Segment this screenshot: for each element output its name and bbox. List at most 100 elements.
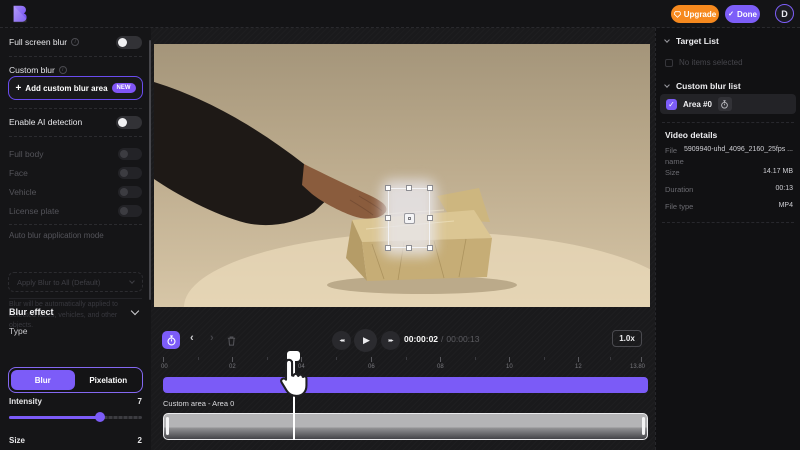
auto-blur-mode-row: Auto blur application mode — [9, 228, 142, 242]
ruler-label: 00 — [161, 364, 168, 370]
size-label: Size — [9, 436, 26, 445]
detail-value: MP4 — [778, 202, 793, 209]
forward-button[interactable]: ▸▸ — [381, 331, 400, 350]
intensity-slider[interactable] — [9, 412, 142, 422]
play-icon: ▶ — [363, 335, 370, 345]
detail-label: Duration — [665, 185, 694, 194]
video-track[interactable] — [163, 377, 648, 393]
inspector-panel: Target List No items selected Custom blu… — [655, 28, 800, 450]
blur-settings-sidebar: Full screen blur i Custom blur i + Add c… — [0, 28, 151, 450]
stopwatch-icon — [166, 334, 176, 345]
add-custom-blur-area-button[interactable]: + Add custom blur area NEW — [8, 76, 143, 100]
resize-handle-ne[interactable] — [427, 185, 433, 191]
add-area-label: Add custom blur area — [25, 83, 108, 93]
track-trim-handle-right[interactable] — [642, 417, 645, 435]
video-details-title: Video details — [665, 130, 718, 140]
delete-button[interactable] — [226, 334, 237, 352]
detail-row-size: Size 14.17 MB — [665, 168, 793, 179]
tab-pixelation[interactable]: Pixelation — [77, 370, 141, 390]
full-body-toggle[interactable] — [118, 147, 142, 160]
tab-blur[interactable]: Blur — [11, 370, 75, 390]
resize-handle-w[interactable] — [385, 215, 391, 221]
size-row: Size 2 — [9, 436, 142, 445]
playback-speed-button[interactable]: 1.0x — [612, 330, 642, 347]
detection-row-face: Face — [9, 163, 142, 182]
chevron-down-icon — [664, 37, 670, 43]
checkbox-checked-icon[interactable]: ✓ — [666, 98, 677, 110]
divider — [9, 136, 142, 137]
app-logo[interactable] — [9, 3, 31, 25]
divider — [9, 56, 142, 57]
ruler-tick — [232, 357, 233, 362]
ruler-tick — [198, 357, 199, 360]
face-toggle[interactable] — [118, 166, 142, 179]
custom-area-track[interactable] — [163, 413, 648, 440]
ruler-tick — [440, 357, 441, 362]
ruler-label: 08 — [437, 364, 444, 370]
divider — [662, 122, 794, 123]
ruler-label: 13.80 — [630, 364, 646, 370]
upgrade-button[interactable]: Upgrade — [671, 5, 719, 23]
area-timing-button[interactable] — [717, 97, 732, 111]
user-avatar[interactable]: D — [775, 4, 794, 23]
divider — [9, 298, 142, 299]
intensity-slider-knob[interactable] — [95, 412, 105, 422]
target-list-header[interactable]: Target List — [664, 36, 719, 46]
ruler-tick — [336, 357, 337, 360]
top-bar: Upgrade ✓ Done D — [0, 0, 800, 28]
logo-icon — [13, 5, 27, 23]
no-items-text: No items selected — [679, 58, 743, 67]
upgrade-label: Upgrade — [683, 9, 717, 19]
list-item-area-0[interactable]: ✓ Area #0 — [660, 94, 796, 114]
face-label: Face — [9, 167, 28, 178]
blur-effect-title: Blur effect — [9, 307, 54, 317]
move-handle-icon[interactable] — [404, 213, 415, 224]
target-list-title: Target List — [676, 36, 719, 46]
auto-blur-mode-select[interactable]: Apply Blur to All (Default) — [8, 272, 143, 292]
rewind-icon: ◂◂ — [339, 338, 344, 344]
ruler-tick — [509, 357, 510, 362]
rewind-button[interactable]: ◂◂ — [332, 331, 351, 350]
intensity-value: 7 — [137, 397, 142, 406]
detection-row-license-plate: License plate — [9, 201, 142, 220]
blur-effect-header[interactable]: Blur effect — [9, 304, 142, 320]
forward-icon: ▸▸ — [388, 338, 393, 344]
vehicle-toggle[interactable] — [118, 185, 142, 198]
done-button[interactable]: ✓ Done — [725, 5, 760, 23]
license-plate-label: License plate — [9, 205, 60, 216]
chevron-left-icon: ‹ — [190, 332, 194, 344]
redo-button[interactable]: › — [210, 333, 214, 344]
track-trim-handle-left[interactable] — [166, 417, 169, 435]
time-display: 00:00:02 / 00:00:13 — [404, 334, 480, 344]
custom-blur-list-header[interactable]: Custom blur list — [664, 81, 741, 91]
resize-handle-se[interactable] — [427, 245, 433, 251]
detail-row-file-name: File name 5909940-uhd_4096_2160_25fps ..… — [665, 146, 793, 167]
blur-selection-box[interactable] — [385, 185, 433, 251]
video-preview[interactable] — [154, 44, 650, 307]
gem-icon — [673, 10, 681, 18]
chevron-down-icon — [130, 306, 140, 316]
resize-handle-nw[interactable] — [385, 185, 391, 191]
license-plate-toggle[interactable] — [118, 204, 142, 217]
full-screen-blur-toggle[interactable] — [116, 35, 142, 49]
done-label: Done — [736, 9, 757, 19]
blur-type-segmented-control: Blur Pixelation — [8, 367, 143, 393]
intensity-row: Intensity 7 — [9, 397, 142, 406]
no-items-row: No items selected — [665, 58, 743, 67]
info-icon: i — [71, 38, 80, 46]
resize-handle-e[interactable] — [427, 215, 433, 221]
sidebar-scrollbar[interactable] — [149, 40, 151, 300]
type-label: Type — [9, 326, 28, 336]
ruler-tick — [406, 357, 407, 360]
chevron-down-icon — [129, 278, 135, 284]
resize-handle-s[interactable] — [406, 245, 412, 251]
full-body-label: Full body — [9, 148, 44, 159]
resize-handle-n[interactable] — [406, 185, 412, 191]
play-button[interactable]: ▶ — [354, 329, 377, 352]
enable-ai-toggle[interactable] — [116, 115, 142, 129]
detail-value: 14.17 MB — [763, 168, 793, 175]
resize-handle-sw[interactable] — [385, 245, 391, 251]
ruler-tick — [641, 357, 642, 362]
undo-button[interactable]: ‹ — [190, 333, 194, 344]
keyframe-timer-button[interactable] — [162, 331, 180, 349]
